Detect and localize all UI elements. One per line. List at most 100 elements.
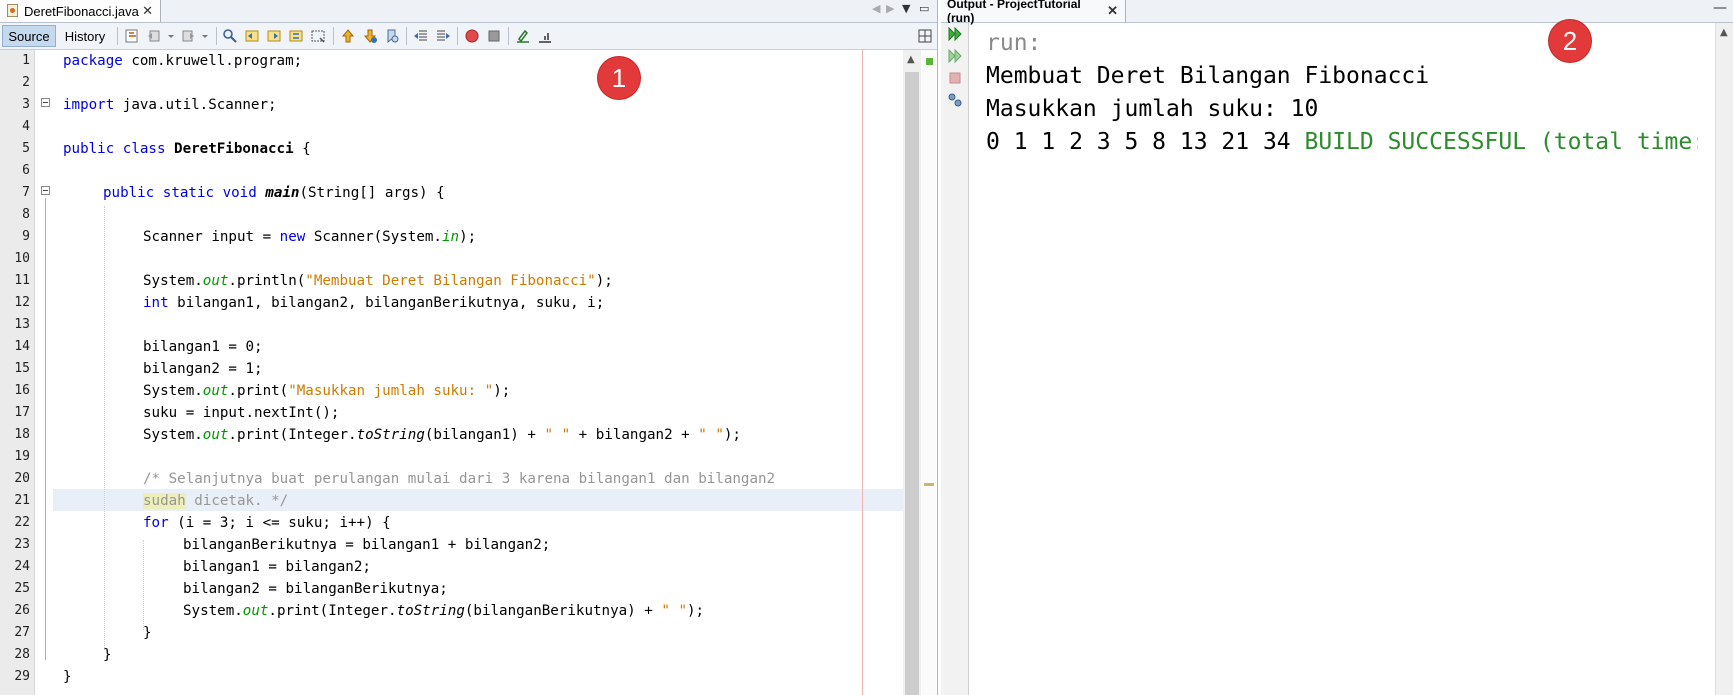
settings-icon[interactable] (947, 92, 963, 108)
scroll-up-icon[interactable]: ▲ (1720, 27, 1728, 38)
code-line-26: System.out.print(Integer.toString(bilang… (183, 603, 705, 619)
dropdown-icon[interactable] (163, 28, 179, 44)
java-file-icon (6, 4, 20, 18)
line-number: 6 (22, 163, 30, 178)
line-number: 26 (14, 603, 30, 618)
output-title-line: Membuat Deret Bilangan Fibonacci (986, 63, 1430, 89)
line-number: 7 (22, 185, 30, 200)
line-number: 2 (22, 75, 30, 90)
line-number: 20 (14, 471, 30, 486)
line-number: 1 (22, 53, 30, 68)
output-tab-strip: Output - ProjectTutorial (run) ✕ — (941, 0, 1733, 25)
line-number: 23 (14, 537, 30, 552)
stop-icon[interactable] (947, 70, 963, 86)
build-status: BUILD SUCCESSFUL (total time: (1304, 129, 1699, 155)
line-number: 28 (14, 647, 30, 662)
line-number: 27 (14, 625, 30, 640)
line-number: 8 (22, 207, 30, 222)
line-number: 5 (22, 141, 30, 156)
scroll-right-icon[interactable]: ▶ (886, 2, 894, 15)
error-stripe (922, 50, 936, 695)
output-vertical-scrollbar[interactable]: ▲ (1715, 23, 1733, 695)
find-selection-icon[interactable] (288, 28, 304, 44)
scroll-up-icon[interactable]: ▲ (907, 54, 915, 65)
code-line-9: Scanner input = new Scanner(System.in); (143, 229, 477, 245)
editor-toolbar: Source History (0, 23, 937, 50)
rerun-with-options-icon[interactable] (947, 48, 963, 64)
forward-icon[interactable] (180, 28, 196, 44)
tab-deretfibonacci[interactable]: DeretFibonacci.java ✕ (0, 0, 161, 22)
stop-macro-icon[interactable] (486, 28, 502, 44)
code-line-3: import java.util.Scanner; (63, 97, 277, 113)
line-number: 17 (14, 405, 30, 420)
code-line-7: public static void main(String[] args) { (103, 185, 445, 201)
code-line-24: bilangan1 = bilangan2; (183, 559, 371, 575)
shift-right-icon[interactable] (435, 28, 451, 44)
minimize-icon[interactable]: — (1713, 0, 1727, 16)
last-edit-icon[interactable] (124, 28, 140, 44)
line-number: 3 (22, 97, 30, 112)
output-side-toolbar (941, 23, 969, 695)
line-number: 11 (14, 273, 30, 288)
code-line-28: } (103, 647, 112, 663)
fold-toggle-import[interactable] (41, 98, 50, 107)
close-tab-icon[interactable]: ✕ (142, 3, 153, 19)
comment-icon[interactable] (515, 28, 531, 44)
line-number: 9 (22, 229, 30, 244)
history-tab[interactable]: History (58, 25, 112, 47)
occurrence-mark[interactable] (924, 483, 934, 486)
maximize-icon[interactable]: ▭ (919, 2, 929, 15)
find-previous-icon[interactable] (244, 28, 260, 44)
close-tab-icon[interactable]: ✕ (1107, 3, 1118, 19)
code-line-20: /* Selanjutnya buat perulangan mulai dar… (143, 471, 776, 487)
next-bookmark-icon[interactable] (362, 28, 378, 44)
previous-bookmark-icon[interactable] (340, 28, 356, 44)
no-errors-indicator (926, 58, 933, 65)
find-icon[interactable] (222, 28, 238, 44)
start-macro-icon[interactable] (464, 28, 480, 44)
dropdown-icon[interactable] (197, 28, 213, 44)
code-line-15: bilangan2 = 1; (143, 361, 263, 377)
tab-list-icon[interactable]: ▼ (902, 2, 910, 15)
code-line-21: sudah dicetak. */ (143, 493, 289, 509)
line-number: 4 (22, 119, 30, 134)
keyword: package (63, 53, 123, 69)
output-run-line: run: (986, 30, 1042, 56)
toggle-bookmark-icon[interactable] (384, 28, 400, 44)
fold-column (35, 50, 53, 695)
line-number: 18 (14, 427, 30, 442)
code-line-29: } (63, 669, 72, 685)
line-number: 16 (14, 383, 30, 398)
annotation-badge-1: 1 (598, 57, 640, 99)
source-tab[interactable]: Source (2, 25, 56, 47)
tab-output[interactable]: Output - ProjectTutorial (run) ✕ (941, 0, 1126, 25)
shift-left-icon[interactable] (413, 28, 429, 44)
scroll-left-icon[interactable]: ◀ (872, 2, 880, 15)
code-line-12: int bilangan1, bilangan2, bilanganBeriku… (143, 295, 605, 311)
code-line-18: System.out.print(Integer.toString(bilang… (143, 427, 741, 443)
editor-vertical-scrollbar[interactable]: ▲ (903, 50, 921, 695)
back-icon[interactable] (146, 28, 162, 44)
code-editor[interactable]: package com.kruwell.program; import java… (53, 50, 903, 695)
line-number: 24 (14, 559, 30, 574)
fold-guide (45, 198, 46, 660)
line-number: 10 (14, 251, 30, 266)
line-number: 21 (14, 493, 30, 508)
rerun-icon[interactable] (947, 26, 963, 42)
fold-toggle-main[interactable] (41, 186, 50, 195)
line-number: 12 (14, 295, 30, 310)
code-line-25: bilangan2 = bilanganBerikutnya; (183, 581, 448, 597)
code-line-27: } (143, 625, 152, 641)
fibonacci-series: 0 1 1 2 3 5 8 13 21 34 (986, 129, 1305, 155)
scroll-thumb[interactable] (905, 72, 919, 695)
split-editor-icon[interactable] (917, 28, 933, 44)
line-number: 29 (14, 669, 30, 684)
output-pane: Output - ProjectTutorial (run) ✕ — run: … (941, 0, 1733, 695)
editor-pane: DeretFibonacci.java ✕ ◀ ▶ ▼ ▭ Source His… (0, 0, 938, 695)
code-line-16: System.out.print("Masukkan jumlah suku: … (143, 383, 511, 399)
toggle-highlight-icon[interactable] (310, 28, 326, 44)
line-number: 14 (14, 339, 30, 354)
uncomment-icon[interactable] (537, 28, 553, 44)
output-prompt-line: Masukkan jumlah suku: 10 (986, 96, 1319, 122)
find-next-icon[interactable] (266, 28, 282, 44)
